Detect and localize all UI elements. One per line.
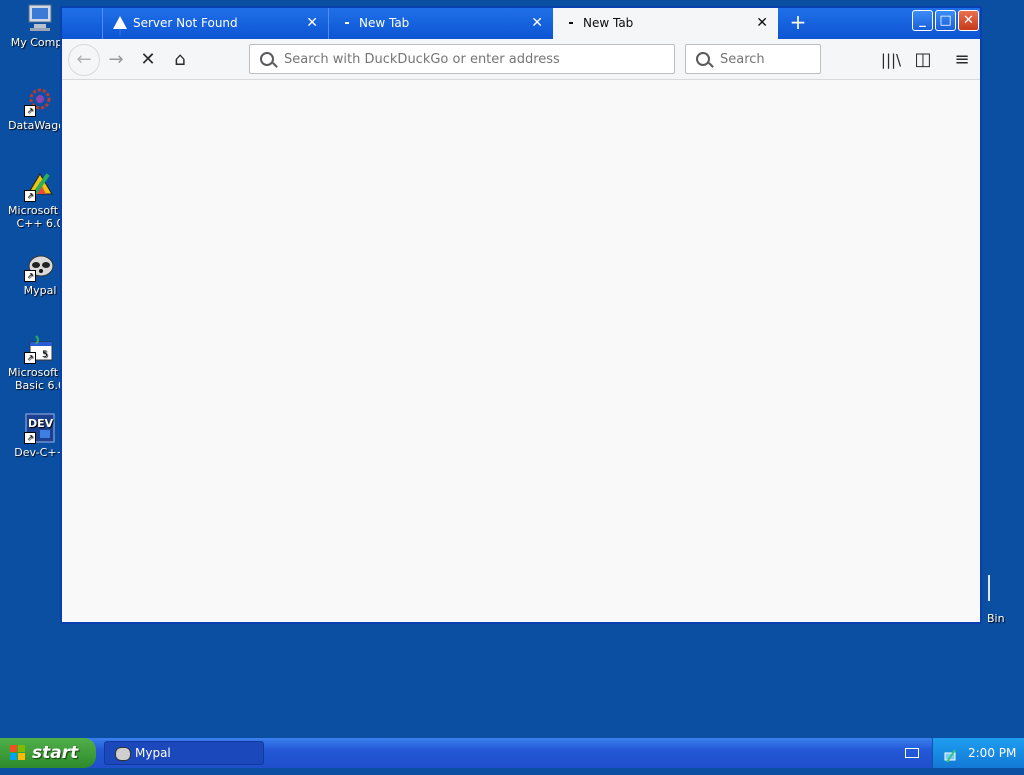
tab-label: Server Not Found	[133, 16, 238, 30]
url-input[interactable]	[282, 51, 666, 68]
system-tray: 2:00 PM	[932, 738, 1024, 768]
tab-label: New Tab	[583, 16, 634, 30]
recycle-bin-icon[interactable]	[982, 575, 990, 601]
search-input[interactable]	[718, 51, 817, 68]
visual-cpp-icon: ↗	[24, 170, 56, 202]
search-icon	[260, 52, 274, 66]
tab-bar: ! Server Not Found ✕ New Tab ✕ New Tab ✕…	[62, 8, 980, 39]
start-label: start	[32, 743, 79, 763]
computer-icon	[24, 2, 56, 34]
tab-close-icon[interactable]: ✕	[756, 8, 768, 39]
stop-button[interactable]: ✕	[134, 46, 162, 74]
taskbar-item-mypal[interactable]: Mypal	[104, 741, 264, 765]
tab-server-not-found[interactable]: ! Server Not Found ✕	[102, 8, 328, 39]
tab-close-icon[interactable]: ✕	[306, 8, 318, 39]
recycle-bin-label: Bin	[987, 612, 1005, 625]
library-button[interactable]: |||\	[877, 46, 905, 74]
taskbar-item-label: Mypal	[135, 746, 171, 760]
nav-toolbar: ← → ✕ ⌂ |||\ ◫ ≡	[62, 39, 980, 80]
loading-dot-icon	[569, 22, 573, 24]
tab-new-tab-2[interactable]: New Tab ✕	[553, 8, 778, 39]
tab-label: New Tab	[359, 16, 410, 30]
warning-icon: !	[113, 16, 127, 39]
visual-basic-icon: 5 ↗	[24, 332, 56, 364]
datawagon-icon: ↗	[24, 85, 56, 117]
taskbar: start Mypal 2:00 PM	[0, 738, 1024, 768]
tab-new-tab-1[interactable]: New Tab ✕	[328, 8, 553, 39]
shortcut-arrow-icon: ↗	[24, 105, 36, 117]
shortcut-arrow-icon: ↗	[24, 352, 36, 364]
tab-close-icon[interactable]: ✕	[531, 8, 543, 39]
dev-cpp-icon: DEV ↗	[24, 412, 56, 444]
windows-logo-icon	[10, 745, 26, 761]
forward-button[interactable]: →	[102, 46, 130, 74]
loading-dot-icon	[345, 22, 349, 24]
search-bar[interactable]	[685, 44, 821, 74]
search-icon	[696, 52, 710, 66]
mypal-small-icon	[115, 747, 131, 761]
new-tab-button[interactable]: +	[782, 8, 814, 39]
shortcut-arrow-icon: ↗	[24, 432, 36, 444]
browser-window: ! Server Not Found ✕ New Tab ✕ New Tab ✕…	[60, 6, 982, 624]
clock[interactable]: 2:00 PM	[968, 738, 1016, 768]
shortcut-arrow-icon: ↗	[24, 270, 36, 282]
home-button[interactable]: ⌂	[166, 46, 194, 74]
back-button[interactable]: ←	[68, 44, 100, 76]
page-content[interactable]	[62, 80, 980, 622]
close-window-button[interactable]: ✕	[958, 10, 979, 31]
maximize-button[interactable]: □	[935, 10, 956, 31]
mypal-raccoon-icon: ↗	[24, 250, 56, 282]
keyboard-icon[interactable]	[905, 748, 919, 758]
svg-text:5: 5	[42, 350, 48, 360]
address-bar[interactable]	[249, 44, 675, 74]
minimize-button[interactable]: _	[912, 10, 933, 31]
svg-text:DEV: DEV	[28, 417, 54, 430]
start-button[interactable]: start	[0, 738, 96, 768]
sidebar-button[interactable]: ◫	[909, 46, 937, 74]
shortcut-arrow-icon: ↗	[24, 190, 36, 202]
network-icon[interactable]	[943, 745, 959, 763]
menu-button[interactable]: ≡	[948, 46, 976, 74]
